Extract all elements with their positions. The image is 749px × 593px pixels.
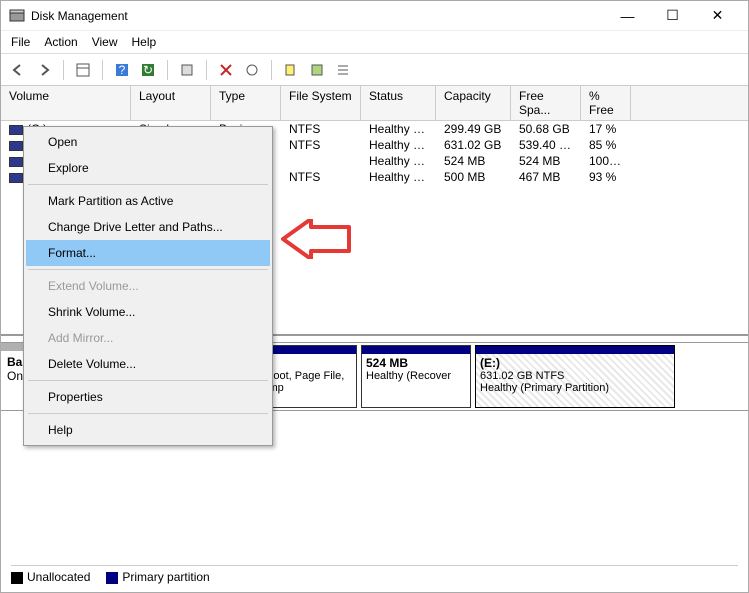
svg-text:?: ?: [119, 63, 126, 77]
menu-item-format[interactable]: Format...: [26, 240, 270, 266]
maximize-button[interactable]: ☐: [650, 2, 695, 30]
menu-item-explore[interactable]: Explore: [26, 155, 270, 181]
menu-help[interactable]: Help: [132, 35, 157, 49]
close-button[interactable]: ✕: [695, 2, 740, 30]
col-pctfree[interactable]: % Free: [581, 86, 631, 120]
menubar: File Action View Help: [1, 31, 748, 54]
legend-unallocated: Unallocated: [11, 570, 90, 584]
table-header-row: Volume Layout Type File System Status Ca…: [1, 86, 748, 121]
view-button[interactable]: [72, 59, 94, 81]
toolbar: ? ↻: [1, 54, 748, 86]
menu-view[interactable]: View: [92, 35, 118, 49]
menu-item-help[interactable]: Help: [26, 417, 270, 443]
annotation-arrow: [281, 219, 351, 262]
back-button[interactable]: [7, 59, 29, 81]
col-status[interactable]: Status: [361, 86, 436, 120]
col-freespace[interactable]: Free Spa...: [511, 86, 581, 120]
partition[interactable]: (E:)631.02 GB NTFSHealthy (Primary Parti…: [475, 345, 675, 408]
refresh-icon[interactable]: ↻: [137, 59, 159, 81]
partition[interactable]: 524 MBHealthy (Recover: [361, 345, 471, 408]
new-icon[interactable]: [280, 59, 302, 81]
svg-text:↻: ↻: [143, 63, 153, 77]
legend: Unallocated Primary partition: [11, 565, 738, 584]
delete-icon[interactable]: [215, 59, 237, 81]
legend-primary: Primary partition: [106, 570, 209, 584]
menu-item-delete-volume[interactable]: Delete Volume...: [26, 351, 270, 377]
menu-item-properties[interactable]: Properties: [26, 384, 270, 410]
menu-item-shrink-volume[interactable]: Shrink Volume...: [26, 299, 270, 325]
col-capacity[interactable]: Capacity: [436, 86, 511, 120]
minimize-button[interactable]: —: [605, 2, 650, 30]
window-title: Disk Management: [31, 9, 605, 23]
col-filesystem[interactable]: File System: [281, 86, 361, 120]
add-icon[interactable]: [306, 59, 328, 81]
menu-file[interactable]: File: [11, 35, 30, 49]
help-icon[interactable]: ?: [111, 59, 133, 81]
properties-icon[interactable]: [176, 59, 198, 81]
menu-item-change-drive-letter-and-paths[interactable]: Change Drive Letter and Paths...: [26, 214, 270, 240]
forward-button[interactable]: [33, 59, 55, 81]
menu-item-open[interactable]: Open: [26, 129, 270, 155]
list-icon[interactable]: [332, 59, 354, 81]
menu-item-extend-volume: Extend Volume...: [26, 273, 270, 299]
col-type[interactable]: Type: [211, 86, 281, 120]
app-icon: [9, 8, 25, 24]
menu-item-mark-partition-as-active[interactable]: Mark Partition as Active: [26, 188, 270, 214]
menu-action[interactable]: Action: [44, 35, 77, 49]
col-layout[interactable]: Layout: [131, 86, 211, 120]
context-menu: OpenExplore Mark Partition as ActiveChang…: [23, 126, 273, 446]
col-volume[interactable]: Volume: [1, 86, 131, 120]
menu-item-add-mirror: Add Mirror...: [26, 325, 270, 351]
settings-icon[interactable]: [241, 59, 263, 81]
titlebar: Disk Management — ☐ ✕: [1, 1, 748, 31]
